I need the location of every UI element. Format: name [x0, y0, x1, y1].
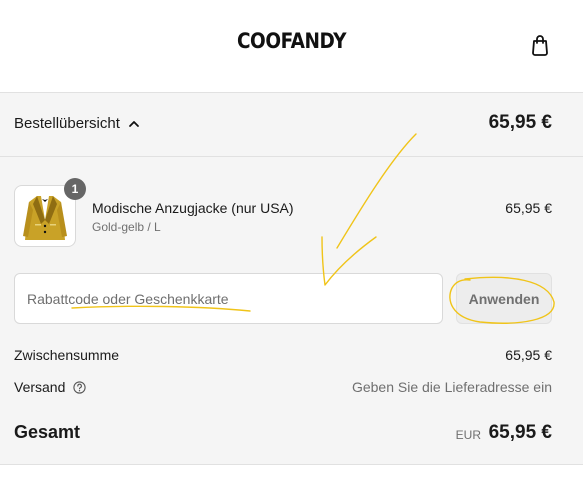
quantity-badge: 1 — [64, 178, 86, 200]
subtotal-label: Zwischensumme — [14, 347, 120, 363]
total-currency: EUR — [455, 428, 481, 442]
shipping-row: Versand — [14, 379, 86, 395]
apply-discount-button[interactable]: Anwenden — [456, 273, 552, 324]
order-summary-toggle[interactable]: Bestellübersicht — [14, 115, 140, 132]
total-label: Gesamt — [14, 422, 81, 442]
chevron-up-icon — [128, 120, 139, 127]
product-price: 65,95 € — [505, 200, 552, 216]
order-summary-label: Bestellübersicht — [14, 115, 120, 132]
subtotal-value: 65,95 € — [505, 347, 552, 363]
site-header: COOFANDY — [0, 0, 583, 93]
order-summary-panel: 1 Modische Anzugjacke (nur USA) Gold-gel… — [0, 157, 583, 465]
summary-total-price: 65,95 € — [488, 112, 552, 133]
product-name: Modische Anzugjacke (nur USA) — [92, 200, 294, 216]
shipping-value: Geben Sie die Lieferadresse ein — [351, 379, 552, 395]
cart-button[interactable] — [525, 30, 555, 60]
product-variant: Gold-gelb / L — [92, 220, 161, 234]
order-summary-bar: Bestellübersicht 65,95 € — [0, 93, 583, 157]
total-value: 65,95 € — [488, 422, 552, 443]
discount-code-input[interactable] — [14, 273, 443, 324]
product-thumbnail: 1 — [14, 178, 86, 247]
brand-logo[interactable]: COOFANDY — [35, 29, 548, 53]
question-circle-icon[interactable] — [73, 381, 86, 394]
shipping-label: Versand — [14, 379, 66, 395]
shopping-bag-icon — [532, 35, 548, 56]
